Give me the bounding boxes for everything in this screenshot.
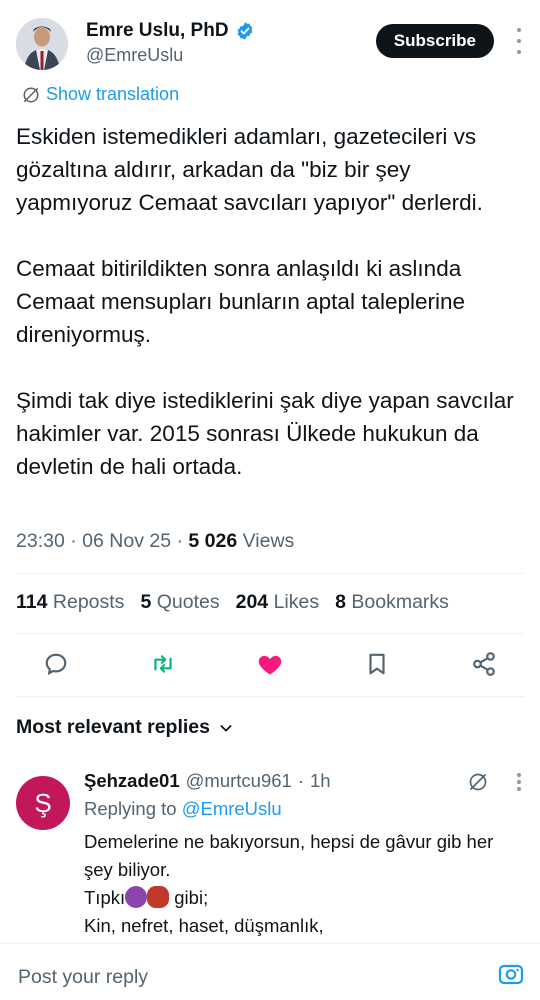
views-label: Views xyxy=(242,530,295,552)
more-options-icon[interactable] xyxy=(514,28,524,54)
tweet-date[interactable]: 06 Nov 25 xyxy=(82,530,171,552)
repost-button[interactable] xyxy=(145,646,181,682)
replying-to: Replying to @EmreUslu xyxy=(84,798,282,819)
quotes-stat[interactable]: 5 Quotes xyxy=(140,591,219,614)
translate-icon xyxy=(23,87,39,102)
tweet-meta: 23:30 · 06 Nov 25 · 5 026 Views xyxy=(16,530,295,552)
views-count: 5 026 xyxy=(188,530,238,552)
divider xyxy=(16,633,524,634)
reply-composer[interactable]: Post your reply xyxy=(0,943,540,1000)
author-avatar[interactable] xyxy=(16,18,68,70)
speech-bubble-icon xyxy=(45,653,67,676)
reply-more-options-icon[interactable] xyxy=(514,773,524,791)
camera-icon[interactable] xyxy=(498,962,524,986)
likes-stat[interactable]: 204 Likes xyxy=(236,591,320,614)
tweet-paragraph: Eskiden istemedikleri adamları, gazeteci… xyxy=(16,124,483,215)
subscribe-button[interactable]: Subscribe xyxy=(375,24,494,58)
tweet-paragraph: Şimdi tak diye istediklerini şak diye ya… xyxy=(16,388,514,479)
share-button[interactable] xyxy=(466,646,502,682)
reply-author-handle[interactable]: @murtcu961 xyxy=(186,770,292,792)
replies-sort-dropdown[interactable]: Most relevant replies xyxy=(16,716,234,739)
reply-header: Şehzade01 @murtcu961 · 1h xyxy=(84,770,331,792)
tweet-header: Emre Uslu, PhD @EmreUslu Subscribe xyxy=(16,14,524,78)
reposts-stat[interactable]: 114 Reposts xyxy=(16,591,124,614)
reply-avatar[interactable]: Ş xyxy=(16,776,70,830)
ogre-emoji-icon xyxy=(147,886,170,908)
tweet-time[interactable]: 23:30 xyxy=(16,530,65,552)
author-photo xyxy=(16,18,68,70)
reply-author-name[interactable]: Şehzade01 xyxy=(84,770,180,792)
bookmarks-stat[interactable]: 8 Bookmarks xyxy=(335,591,449,614)
replying-to-handle[interactable]: @EmreUslu xyxy=(182,798,282,819)
heart-icon xyxy=(258,655,282,675)
reply-text: Demelerine ne bakıyorsun, hepsi de gâvur… xyxy=(84,831,494,936)
author-handle[interactable]: @EmreUslu xyxy=(86,45,255,66)
bookmark-icon xyxy=(369,653,385,675)
author-display-name[interactable]: Emre Uslu, PhD xyxy=(86,20,229,42)
show-translation-label: Show translation xyxy=(46,84,180,104)
tweet-paragraph: Cemaat bitirildikten sonra anlaşıldı ki … xyxy=(16,256,466,347)
like-button[interactable] xyxy=(252,646,288,682)
divider xyxy=(16,573,524,574)
translate-icon[interactable] xyxy=(468,772,488,792)
reply-age[interactable]: 1h xyxy=(310,770,331,792)
tweet-actions xyxy=(16,646,524,686)
reply-button[interactable] xyxy=(38,646,74,682)
smiling-devil-emoji-icon xyxy=(125,886,148,908)
replies-sort-label: Most relevant replies xyxy=(16,716,210,738)
tweet-text: Eskiden istemedikleri adamları, gazeteci… xyxy=(16,120,521,483)
repost-arrows-icon xyxy=(154,655,172,673)
chevron-down-icon xyxy=(220,724,232,732)
bookmark-button[interactable] xyxy=(359,646,395,682)
show-translation-link[interactable]: Show translation xyxy=(22,84,179,105)
verified-badge-icon[interactable] xyxy=(235,21,255,41)
reply-input-placeholder[interactable]: Post your reply xyxy=(18,966,148,989)
share-nodes-icon xyxy=(473,652,495,676)
divider xyxy=(16,696,524,697)
engagement-stats: 114 Reposts 5 Quotes 204 Likes 8 Bookmar… xyxy=(16,591,449,614)
reply-item[interactable]: Ş Şehzade01 @murtcu961 · 1h Replying to … xyxy=(16,770,524,950)
